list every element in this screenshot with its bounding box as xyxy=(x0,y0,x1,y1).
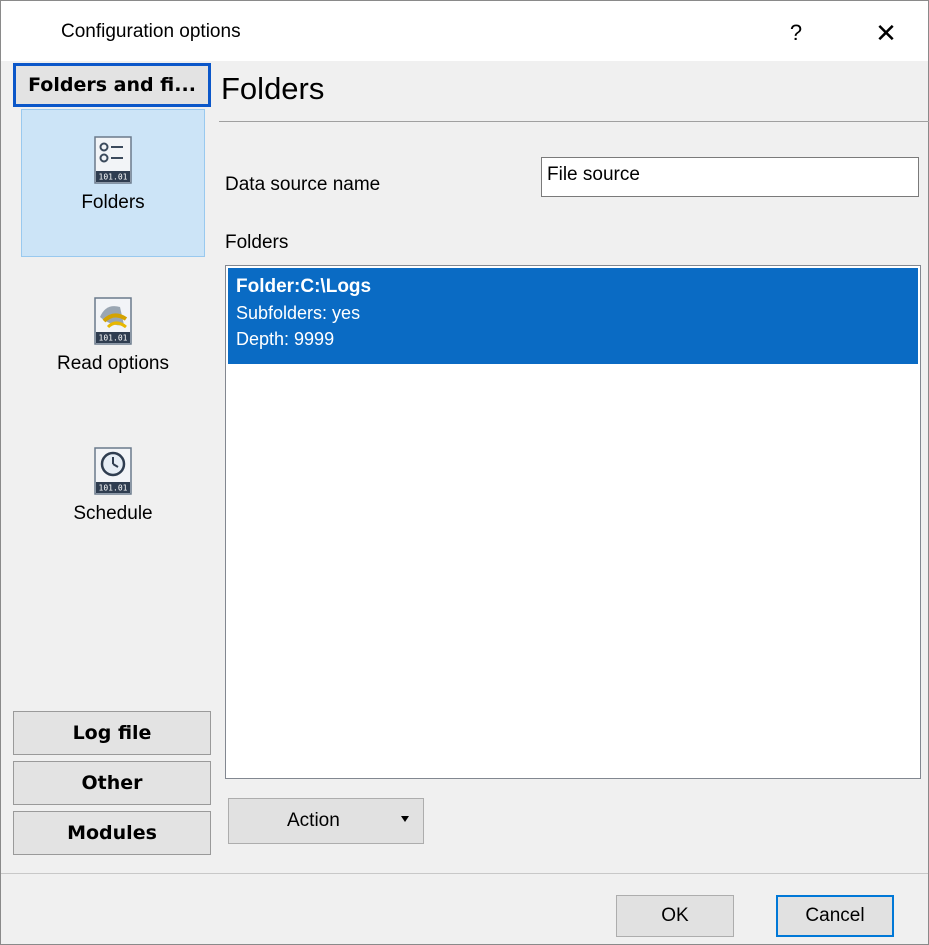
main-panel: Folders Data source name Folders Folder:… xyxy=(219,61,929,861)
data-source-name-input[interactable] xyxy=(541,157,919,197)
nav-item-folders[interactable]: 101.01 Folders xyxy=(21,109,205,257)
action-label: Action xyxy=(287,810,340,831)
data-source-name-label: Data source name xyxy=(225,174,381,195)
nav-item-read-options[interactable]: 101.01 Read options xyxy=(21,269,205,417)
window-title: Configuration options xyxy=(61,21,241,42)
folder-path: Folder:C:\Logs xyxy=(236,276,372,297)
options-navigation: Folders and fi... 101.01 Folders 101.01 xyxy=(13,61,211,861)
nav-item-schedule[interactable]: 101.01 Schedule xyxy=(21,433,205,581)
help-button[interactable]: ? xyxy=(766,11,826,55)
folders-options-icon: 101.01 xyxy=(94,136,132,184)
nav-item-label: Schedule xyxy=(73,503,153,524)
list-item[interactable]: Folder:C:\Logs Subfolders: yes Depth: 99… xyxy=(228,268,918,364)
svg-text:101.01: 101.01 xyxy=(99,173,128,182)
read-options-icon: 101.01 xyxy=(94,297,132,345)
group-other[interactable]: Other xyxy=(13,761,211,805)
svg-text:101.01: 101.01 xyxy=(99,334,128,343)
nav-item-label: Folders xyxy=(81,192,145,213)
svg-text:101.01: 101.01 xyxy=(99,484,128,493)
chevron-down-icon xyxy=(401,816,409,822)
configuration-dialog: Configuration options ? ✕ Folders and fi… xyxy=(0,0,929,945)
close-button[interactable]: ✕ xyxy=(856,11,916,55)
action-dropdown-button[interactable]: Action xyxy=(228,798,424,844)
footer-divider xyxy=(1,873,928,874)
title-bar: Configuration options ? ✕ xyxy=(1,1,928,61)
folders-label: Folders xyxy=(225,232,289,253)
folders-list[interactable]: Folder:C:\Logs Subfolders: yes Depth: 99… xyxy=(225,265,921,779)
folder-subfolders: Subfolders: yes xyxy=(236,303,361,323)
ok-button[interactable]: OK xyxy=(616,895,734,937)
folder-depth: Depth: 9999 xyxy=(236,329,335,349)
schedule-clock-icon: 101.01 xyxy=(94,447,132,495)
cancel-button[interactable]: Cancel xyxy=(776,895,894,937)
group-folders-and-files[interactable]: Folders and fi... xyxy=(13,63,211,107)
nav-item-label: Read options xyxy=(57,353,169,374)
page-title: Folders xyxy=(221,71,325,106)
title-divider xyxy=(219,121,929,122)
group-log-file[interactable]: Log file xyxy=(13,711,211,755)
group-modules[interactable]: Modules xyxy=(13,811,211,855)
